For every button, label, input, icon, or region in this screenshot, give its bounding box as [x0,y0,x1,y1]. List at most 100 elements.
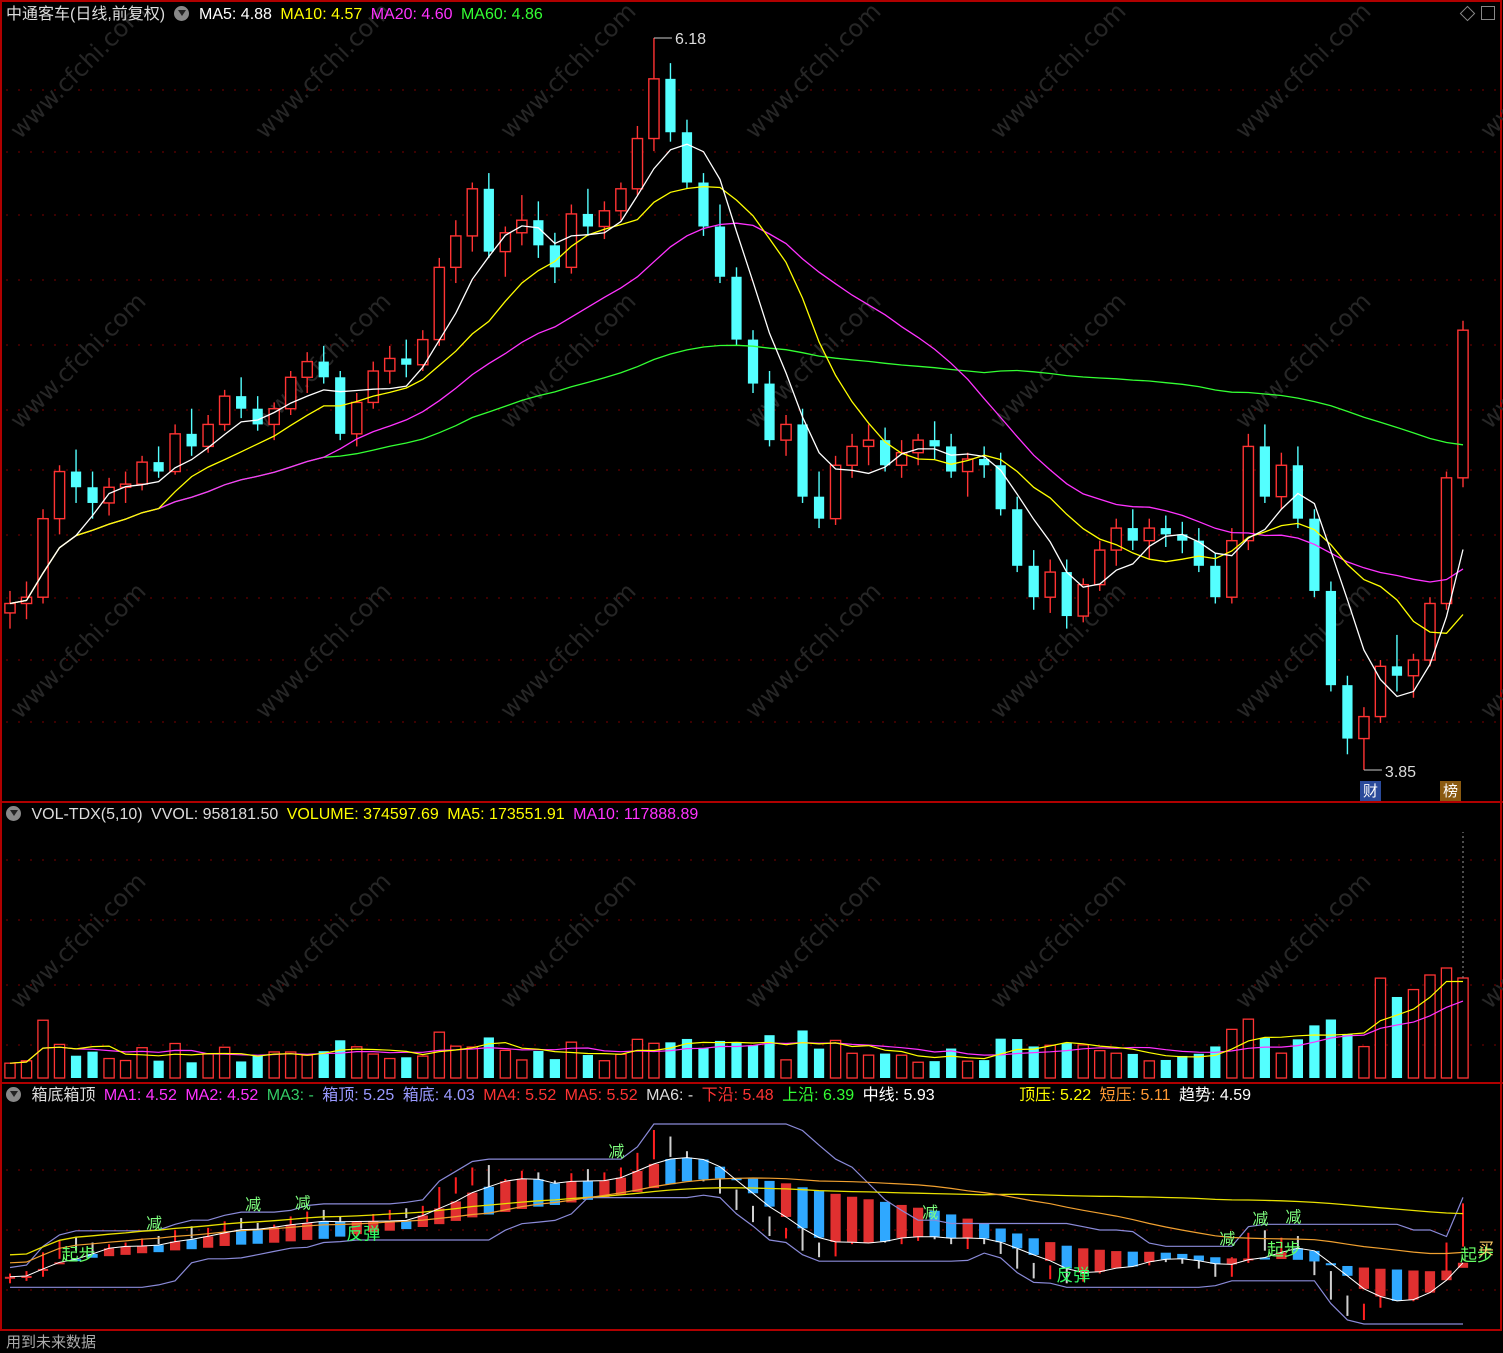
candle-body-down [995,465,1006,510]
dropdown-icon[interactable] [6,1087,21,1102]
watermark-text: www.cfchi.com [1229,867,1376,1014]
volume-bar [433,1031,446,1079]
fantan-signal: 反弹 [346,1225,380,1245]
volume-bar [731,1042,742,1078]
box-band-bar [879,1201,891,1242]
candle-body-down [401,358,412,365]
volume-bar [20,1060,33,1079]
candle-body-up [912,439,924,454]
candle-body-down [946,446,957,472]
volume-bar [946,1048,957,1078]
box-band-bar [219,1232,230,1246]
candle-body-up [350,401,363,435]
maximize-icon[interactable] [1481,6,1495,20]
watermark-text: www.cfchi.com [1474,0,1503,144]
box-ma4: MA4: 5.52 [483,1087,557,1104]
volume-bar [202,1053,214,1079]
box-band-bar [797,1187,808,1229]
stock-chart[interactable]: www.cfchi.com www.cfchi.com www.cfchi.com w… [0,0,1503,1353]
candle-body-down [797,424,808,497]
volume-bar [301,1054,313,1079]
candle-body-down [665,78,676,133]
footer-note: 用到未来数据 [6,1333,97,1351]
candle-body-down [1160,528,1171,535]
finance-tag[interactable]: 财 [1360,781,1382,801]
candle-body-up [1226,539,1238,598]
volume-bar [1226,1028,1238,1079]
box-band-bar [863,1199,874,1244]
box-top-pressure: 顶压: 5.22 [1019,1087,1092,1104]
dropdown-icon[interactable] [173,6,189,21]
dropdown-icon[interactable] [6,806,21,821]
vol-ma10-value: MA10: 117888.89 [573,806,699,823]
volume-bar [1143,1060,1156,1079]
candle-body-down [1325,590,1337,686]
box-top: 箱顶: 5.25 [322,1087,395,1104]
candle-body-down [1391,666,1403,676]
candle-body-up [780,423,792,441]
candle-body-down [318,361,329,378]
box-band-bar [830,1193,841,1242]
volume-bar [1342,1034,1353,1078]
candle-body-down [1061,572,1072,617]
candle-body-up [1358,715,1370,740]
volume-bar [169,1042,181,1079]
box-title: 箱底箱顶 [31,1087,96,1104]
candle-body-down [1012,509,1023,566]
watermark-text: www.cfchi.com [1229,0,1376,144]
box-panel-header: 箱底箱顶 MA1: 4.52 MA2: 4.52 MA3: - 箱顶: 5.25… [6,1085,1255,1107]
box-short-pressure: 短压: 5.11 [1099,1087,1171,1104]
volume-bar [37,1019,49,1079]
volume-bar [466,1046,479,1079]
candle-body-down [87,487,98,503]
volume-bar [533,1051,544,1078]
box-band-bar [995,1228,1006,1243]
box-indicator-panel[interactable]: 减减 减减减减减 减反弹反弹起步 起步 起步买 [4,1123,1494,1325]
candle-body-down [1028,565,1039,598]
volume-bar [631,1038,644,1079]
watermark-text: www.cfchi.com [1229,577,1376,724]
volume-bar [1012,1039,1023,1078]
volume-bar [747,1045,759,1078]
candle-body-up [648,78,660,140]
candle-body-down [153,462,164,472]
low-price-label: 3.85 [1385,764,1416,781]
candle-body-up [136,461,148,485]
ma5-value: MA5: 4.88 [199,6,272,23]
jian-signal: 减 [146,1214,162,1233]
box-band-bar [714,1166,726,1179]
box-midline: 中线: 5.93 [862,1087,935,1104]
box-band-bar [1144,1251,1155,1262]
candle-body-up [1457,329,1469,479]
watermark-text: www.cfchi.com [739,577,886,724]
watermark-text: www.cfchi.com [739,867,886,1014]
box-band-bar [203,1236,214,1248]
box-band-bar [533,1179,544,1207]
volume-bar [582,1055,594,1078]
volume-bar [268,1051,280,1079]
volume-bar [549,1059,560,1078]
box-band-bar [417,1215,428,1227]
mai-signal: 买 [1478,1239,1494,1258]
candle-body-down [929,440,940,447]
watermark-text: www.cfchi.com [1474,577,1503,724]
box-ma2: MA2: 4.52 [185,1087,259,1104]
box-band-bar [665,1159,676,1185]
box-band-bar [500,1181,511,1212]
jian-signal: 减 [245,1195,261,1214]
volume-bar [929,1061,940,1078]
candle-body-up [53,470,66,520]
volume-bar [318,1051,329,1078]
volume-bar [284,1051,297,1079]
volume-bar [995,1038,1006,1078]
candle-body-down [1342,685,1353,739]
box-ma5: MA5: 5.52 [564,1087,638,1104]
candle-body-down [698,182,709,227]
volume-panel[interactable] [4,832,1469,1079]
volume-bar [136,1047,148,1079]
ma20-value: MA20: 4.60 [370,6,453,23]
watermark-text: www.cfchi.com [739,0,886,144]
ranking-tag[interactable]: 榜 [1440,781,1462,801]
box-band-bar [1309,1250,1320,1262]
candle-body-down [714,226,726,277]
